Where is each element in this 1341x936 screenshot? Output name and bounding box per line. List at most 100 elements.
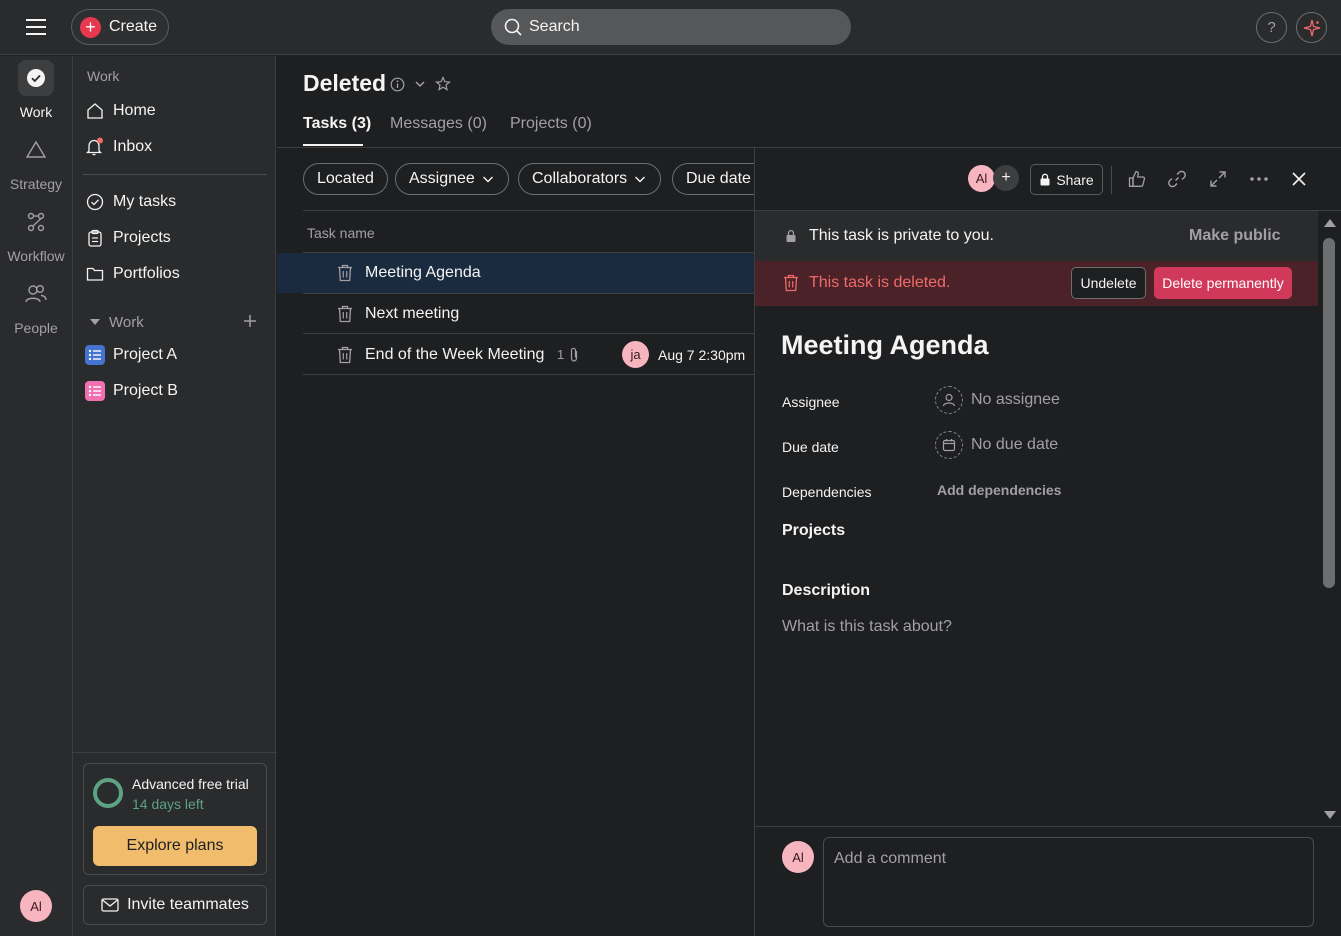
search-icon bbox=[503, 17, 523, 37]
delete-permanently-button[interactable]: Delete permanently bbox=[1154, 267, 1292, 299]
trash-icon bbox=[783, 274, 799, 292]
rail-label: Workflow bbox=[7, 248, 65, 264]
search-input[interactable]: Search bbox=[491, 9, 851, 45]
ai-sparkle-icon[interactable] bbox=[1296, 12, 1327, 43]
toolbar-separator bbox=[1111, 166, 1112, 194]
due-date-field[interactable]: No due date bbox=[935, 431, 1058, 459]
task-due-date[interactable]: Aug 7 2:30pm bbox=[658, 347, 745, 363]
tab-messages[interactable]: Messages (0) bbox=[390, 115, 487, 133]
task-row[interactable]: Meeting Agenda bbox=[277, 253, 754, 293]
active-tab-indicator bbox=[303, 144, 363, 146]
home-icon bbox=[85, 101, 105, 121]
filter-assignee[interactable]: Assignee bbox=[395, 163, 509, 195]
rail-item-work[interactable]: Work bbox=[0, 60, 72, 120]
caret-down-icon bbox=[89, 317, 101, 327]
sidebar-item-label: Projects bbox=[113, 229, 171, 246]
undelete-button[interactable]: Undelete bbox=[1071, 267, 1146, 299]
check-circle-outline-icon bbox=[85, 192, 105, 212]
page-title: Deleted bbox=[303, 70, 387, 96]
star-icon[interactable] bbox=[435, 76, 451, 92]
column-header-task-name[interactable]: Task name bbox=[307, 225, 375, 241]
workflow-icon bbox=[18, 204, 54, 240]
filter-due-date[interactable]: Due date bbox=[672, 163, 754, 195]
sidebar-bottom-divider bbox=[73, 752, 277, 753]
task-title[interactable]: Meeting Agenda bbox=[781, 330, 989, 361]
more-options-icon[interactable] bbox=[1247, 167, 1271, 191]
list-icon bbox=[85, 345, 105, 365]
sidebar-item-label: Portfolios bbox=[113, 265, 180, 282]
left-rail: Work Strategy Workflow People bbox=[0, 56, 72, 936]
assignee-avatar[interactable]: ja bbox=[622, 341, 649, 368]
task-row[interactable]: Next meeting bbox=[277, 294, 754, 334]
task-row[interactable]: End of the Week Meeting 1 ja Aug 7 2:30p… bbox=[277, 335, 754, 375]
sidebar-item-home[interactable]: Home bbox=[85, 96, 156, 126]
user-avatar[interactable]: Al bbox=[20, 890, 52, 922]
collaborator-avatar[interactable]: Al bbox=[968, 165, 995, 192]
tab-projects[interactable]: Projects (0) bbox=[510, 115, 592, 133]
rail-item-people[interactable]: People bbox=[0, 276, 72, 336]
sidebar-section-work[interactable]: Work bbox=[89, 307, 144, 337]
thumbs-up-icon[interactable] bbox=[1125, 167, 1149, 191]
rail-item-workflow[interactable]: Workflow bbox=[0, 204, 72, 264]
hamburger-menu-icon[interactable] bbox=[22, 15, 50, 39]
calendar-icon bbox=[935, 431, 963, 459]
description-input[interactable]: What is this task about? bbox=[782, 618, 952, 636]
assignee-label: Assignee bbox=[782, 394, 840, 410]
chevron-down-icon bbox=[633, 172, 647, 186]
filter-collaborators[interactable]: Collaborators bbox=[518, 163, 662, 195]
deleted-message: This task is deleted. bbox=[809, 274, 951, 291]
trial-card: Advanced free trial 14 days left Explore… bbox=[83, 763, 267, 875]
link-icon[interactable] bbox=[1165, 167, 1189, 191]
triangle-icon bbox=[18, 132, 54, 168]
tab-tasks[interactable]: Tasks (3) bbox=[303, 115, 371, 133]
mail-icon bbox=[101, 898, 119, 912]
chevron-down-icon[interactable] bbox=[413, 77, 427, 91]
assignee-field[interactable]: No assignee bbox=[935, 386, 1060, 414]
bell-icon bbox=[85, 137, 105, 157]
sidebar-item-label: My tasks bbox=[113, 193, 177, 210]
sidebar-divider bbox=[83, 174, 267, 175]
filter-label: Located bbox=[317, 170, 374, 187]
create-label: Create bbox=[109, 18, 158, 35]
share-label: Share bbox=[1056, 171, 1094, 188]
sidebar-item-my-tasks[interactable]: My tasks bbox=[85, 187, 176, 217]
filter-located[interactable]: Located bbox=[303, 163, 388, 195]
chevron-down-icon bbox=[481, 172, 495, 186]
trash-icon bbox=[337, 264, 353, 282]
sidebar-item-portfolios[interactable]: Portfolios bbox=[85, 259, 180, 289]
sidebar-item-label: Home bbox=[113, 102, 156, 119]
create-button[interactable]: + Create bbox=[71, 9, 169, 45]
sidebar-item-projects[interactable]: Projects bbox=[85, 223, 171, 253]
close-icon[interactable] bbox=[1287, 167, 1311, 191]
check-circle-icon bbox=[18, 60, 54, 96]
expand-icon[interactable] bbox=[1206, 167, 1230, 191]
trial-progress-ring bbox=[93, 778, 123, 808]
sidebar-heading-work: Work bbox=[87, 68, 120, 84]
explore-plans-button[interactable]: Explore plans bbox=[93, 826, 257, 866]
filter-label: Assignee bbox=[409, 170, 475, 187]
lock-icon bbox=[785, 229, 797, 243]
rail-label: Work bbox=[19, 104, 53, 120]
due-date-label: Due date bbox=[782, 439, 839, 455]
info-icon[interactable] bbox=[390, 77, 405, 92]
dependencies-label: Dependencies bbox=[782, 484, 872, 500]
sidebar-item-label: Project A bbox=[113, 346, 178, 363]
scroll-up-arrow-icon[interactable] bbox=[1323, 218, 1337, 228]
sidebar-item-project-a[interactable]: Project A bbox=[85, 340, 177, 370]
add-collaborator-icon[interactable]: + bbox=[993, 165, 1019, 191]
add-dependencies-button[interactable]: Add dependencies bbox=[937, 482, 1061, 498]
assignee-value: No assignee bbox=[971, 391, 1060, 408]
add-project-icon[interactable] bbox=[243, 314, 257, 328]
scrollbar-thumb[interactable] bbox=[1323, 238, 1335, 588]
sidebar-item-inbox[interactable]: Inbox bbox=[85, 132, 152, 162]
make-public-button[interactable]: Make public bbox=[1189, 227, 1281, 245]
comment-input[interactable]: Add a comment bbox=[823, 837, 1314, 927]
share-button[interactable]: Share bbox=[1030, 164, 1103, 195]
help-button[interactable]: ? bbox=[1256, 12, 1287, 43]
invite-teammates-button[interactable]: Invite teammates bbox=[83, 885, 267, 925]
scroll-down-arrow-icon[interactable] bbox=[1323, 810, 1337, 820]
private-message: This task is private to you. bbox=[809, 227, 994, 244]
attachment-count: 1 bbox=[557, 347, 565, 362]
rail-item-strategy[interactable]: Strategy bbox=[0, 132, 72, 192]
sidebar-item-project-b[interactable]: Project B bbox=[85, 376, 178, 406]
